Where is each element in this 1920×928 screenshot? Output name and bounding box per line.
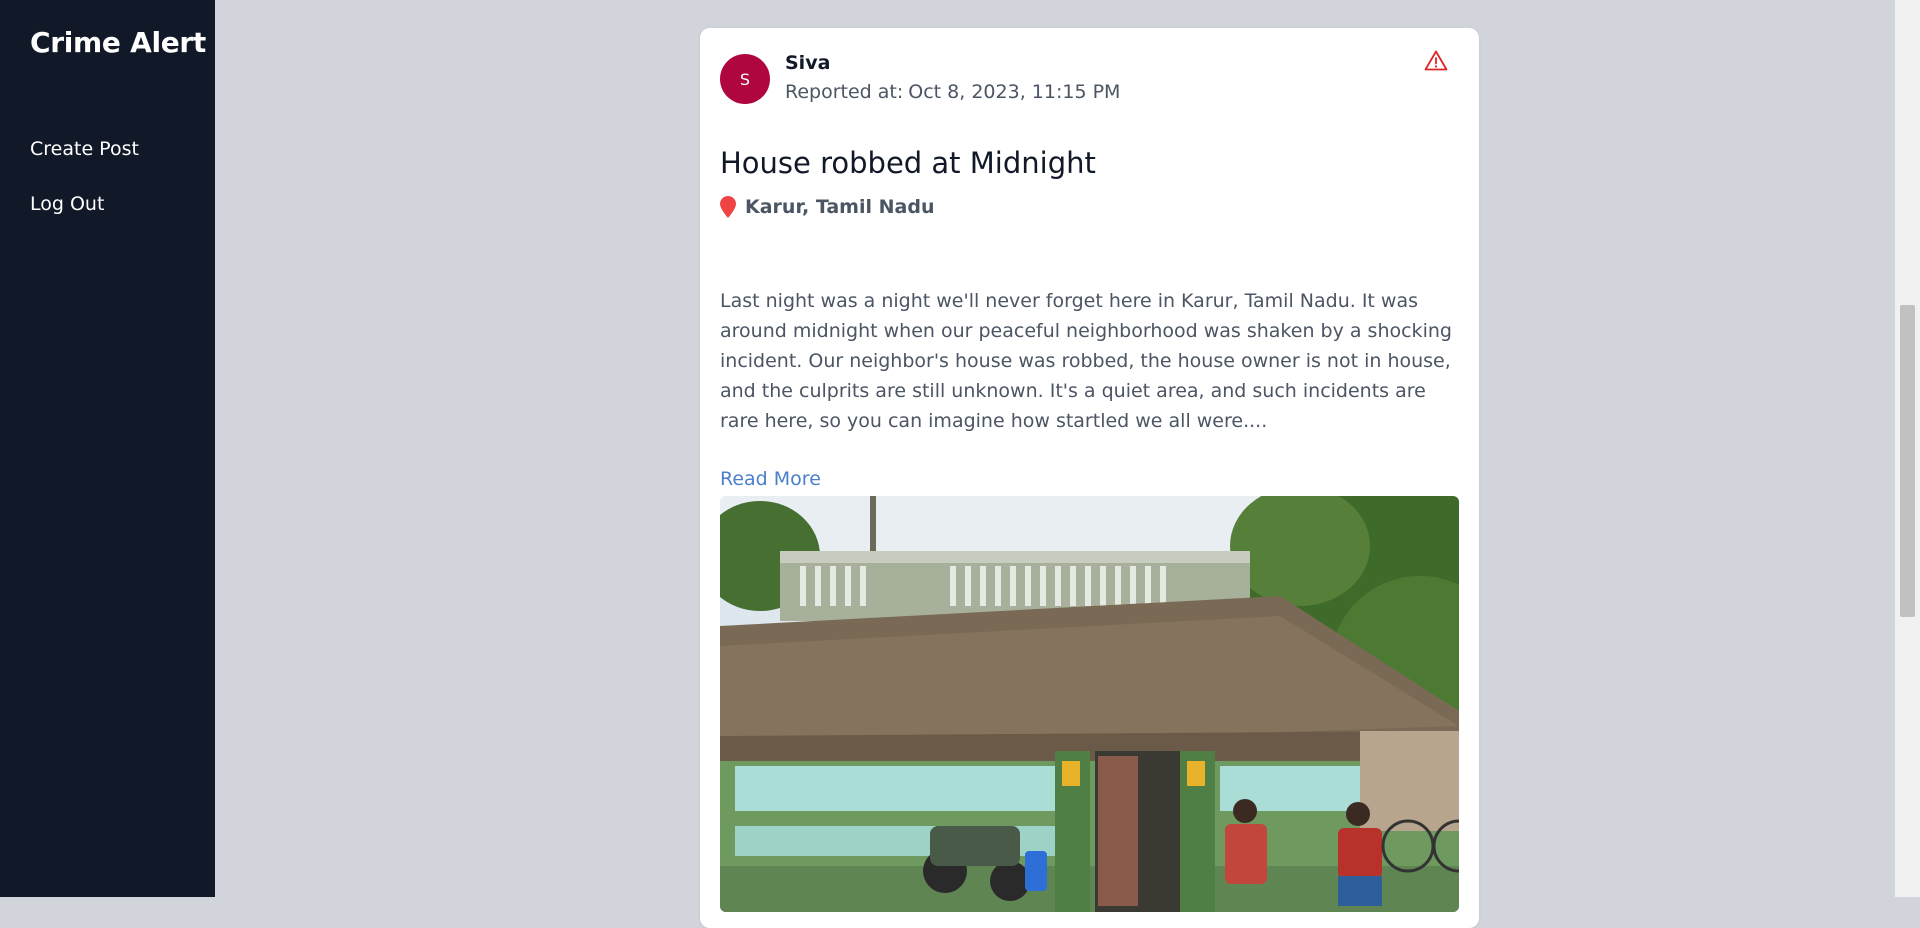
scrollbar-thumb[interactable] — [1900, 305, 1915, 617]
app-brand[interactable]: Crime Alert — [30, 26, 206, 59]
post-image — [720, 496, 1459, 912]
location-text: Karur, Tamil Nadu — [745, 196, 935, 218]
main-content: S Siva Reported at: Oct 8, 2023, 11:15 PM… — [215, 0, 1895, 928]
post-reported-at: Reported at: Oct 8, 2023, 11:15 PM — [785, 81, 1120, 103]
sidebar-item-log-out[interactable]: Log Out — [30, 193, 104, 215]
post-card: S Siva Reported at: Oct 8, 2023, 11:15 PM… — [700, 28, 1479, 928]
post-location: Karur, Tamil Nadu — [720, 196, 934, 218]
map-pin-icon — [720, 196, 736, 218]
avatar: S — [720, 54, 770, 104]
sidebar-item-create-post[interactable]: Create Post — [30, 138, 139, 160]
warning-triangle-icon[interactable] — [1424, 49, 1448, 73]
page-scrollbar[interactable] — [1895, 0, 1920, 897]
post-author: Siva — [785, 52, 831, 74]
post-description: Last night was a night we'll never forge… — [720, 290, 1452, 432]
post-title: House robbed at Midnight — [720, 146, 1096, 180]
read-more-link[interactable]: Read More — [720, 468, 821, 490]
sidebar: Crime Alert Create Post Log Out — [0, 0, 215, 897]
reported-time: Oct 8, 2023, 11:15 PM — [908, 81, 1121, 103]
reported-label: Reported at: — [785, 81, 904, 103]
